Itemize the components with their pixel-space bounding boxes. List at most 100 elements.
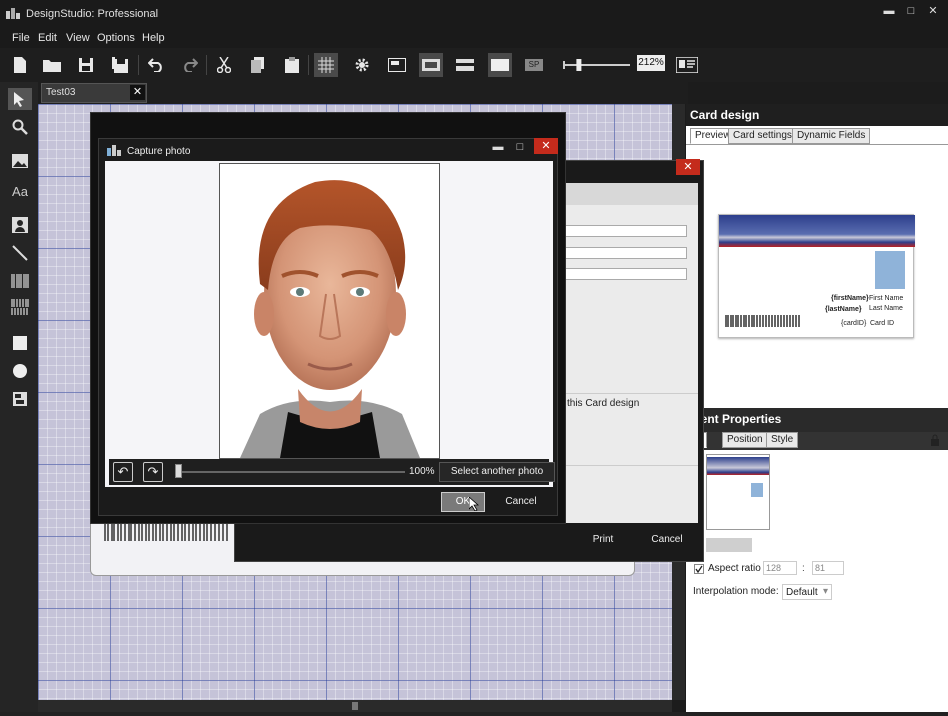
select-another-photo-button[interactable]: Select another photo — [439, 462, 555, 482]
capture-photo-dialog: Capture photo ▬ □ ✕ ↶ ↷ 100% Select anot… — [98, 138, 558, 516]
print-dialog-text: this Card design — [567, 398, 640, 409]
status-strip — [0, 712, 948, 716]
capture-dialog-title: Capture photo — [127, 146, 191, 157]
card-layout-icon[interactable] — [385, 53, 409, 77]
save-icon[interactable] — [74, 53, 98, 77]
print-button[interactable]: Print — [578, 530, 628, 550]
zoom-magnifier-icon[interactable] — [8, 116, 32, 138]
image-preview-thumbnail — [706, 454, 770, 530]
menu-file[interactable]: File — [12, 32, 30, 44]
aspect-ratio-checkbox[interactable] — [694, 564, 704, 574]
print-field-3[interactable] — [565, 268, 687, 280]
open-folder-icon[interactable] — [40, 53, 64, 77]
copy-icon[interactable] — [246, 53, 270, 77]
settings-gear-icon[interactable] — [350, 53, 374, 77]
card-id-label: Card ID — [870, 320, 895, 327]
interpolation-select[interactable]: Default ▾ — [782, 584, 832, 600]
photo-controls-bar: ↶ ↷ 100% Select another photo — [109, 459, 555, 485]
horizontal-scroll-thumb[interactable] — [352, 702, 358, 710]
menu-view[interactable]: View — [66, 32, 90, 44]
capture-maximize-button[interactable]: □ — [509, 139, 531, 155]
last-name-label: Last Name — [869, 305, 903, 312]
select-pointer-icon[interactable] — [8, 88, 32, 110]
rectangle-tool-icon[interactable] — [8, 332, 32, 354]
mouse-cursor-icon — [469, 497, 479, 511]
capture-close-button[interactable]: ✕ — [534, 138, 558, 154]
capture-minimize-button[interactable]: ▬ — [487, 139, 509, 155]
element-properties-header: ment Properties — [686, 408, 948, 432]
save-as-icon[interactable] — [108, 53, 132, 77]
menu-bar: File Edit View Options Help — [0, 28, 948, 48]
tab-position[interactable]: Position — [722, 432, 768, 448]
capture-cancel-button[interactable]: Cancel — [497, 492, 545, 512]
portrait-photo-image — [220, 164, 439, 458]
maximize-button[interactable]: □ — [900, 3, 922, 19]
browse-button-disabled — [706, 538, 752, 552]
line-tool-icon[interactable] — [8, 242, 32, 264]
title-bar: DesignStudio: Professional ▬ □ ✕ — [0, 0, 948, 28]
aspect-width-input[interactable]: 128 — [763, 561, 797, 575]
id-card-icon[interactable] — [674, 53, 700, 77]
card-blank-icon[interactable] — [488, 53, 512, 77]
first-name-field: {firstName} — [831, 295, 869, 302]
app-logo-icon — [6, 8, 20, 20]
lock-icon[interactable] — [930, 434, 940, 446]
redo-icon[interactable] — [178, 53, 202, 77]
print-dialog-close-button[interactable]: ✕ — [676, 159, 700, 175]
photo-zoom-slider-thumb[interactable] — [175, 464, 182, 478]
barcode-tool-icon[interactable] — [8, 270, 32, 292]
card-banner-image — [719, 215, 915, 247]
aspect-height-input[interactable]: 81 — [812, 561, 844, 575]
image-tool-icon[interactable] — [8, 150, 32, 172]
new-file-icon[interactable] — [8, 53, 32, 77]
text-tool-icon[interactable]: Aa — [8, 180, 32, 202]
window-title: DesignStudio: Professional — [26, 8, 159, 20]
zoom-slider-thumb — [576, 59, 582, 71]
rotate-right-icon[interactable]: ↷ — [143, 462, 163, 482]
undo-icon[interactable] — [144, 53, 168, 77]
sp-icon[interactable]: SP — [522, 53, 546, 77]
magnetic-stripe-tool-icon[interactable] — [8, 388, 32, 410]
interpolation-label: Interpolation mode: — [693, 586, 779, 597]
print-cancel-button[interactable]: Cancel — [642, 530, 692, 550]
tab-style[interactable]: Style — [766, 432, 799, 448]
rotate-left-icon[interactable]: ↶ — [113, 462, 133, 482]
photo-zoom-slider[interactable] — [179, 471, 405, 473]
card-design-header: Card design — [686, 104, 948, 126]
menu-help[interactable]: Help — [142, 32, 165, 44]
capture-content-area: ↶ ↷ 100% Select another photo — [105, 161, 555, 487]
captured-photo[interactable] — [219, 163, 440, 459]
zoom-level[interactable]: 212% — [637, 55, 665, 71]
2d-barcode-tool-icon[interactable] — [8, 296, 32, 318]
aspect-ratio-label: Aspect ratio — [708, 563, 761, 574]
tab-card-settings[interactable]: Card settings — [728, 128, 797, 144]
aspect-separator: : — [802, 563, 805, 574]
tools-panel: Aa — [0, 82, 38, 712]
ellipse-tool-icon[interactable] — [8, 360, 32, 382]
card-preview: {firstName} First Name {lastName} Last N… — [718, 214, 915, 338]
capture-app-icon — [107, 145, 121, 157]
print-field-2[interactable] — [565, 247, 687, 259]
card-front-icon[interactable] — [419, 53, 443, 77]
zoom-slider[interactable] — [562, 53, 634, 77]
card-back-icon[interactable] — [453, 53, 477, 77]
card-id-field: {cardID} — [841, 320, 867, 327]
cut-icon[interactable] — [212, 53, 236, 77]
print-field-1[interactable] — [565, 225, 687, 237]
photo-zoom-value: 100% — [409, 466, 435, 477]
card-barcode-image — [104, 523, 228, 541]
mini-barcode-image — [725, 315, 800, 327]
grid-icon[interactable] — [314, 53, 338, 77]
document-tab[interactable]: Test03 ✕ — [41, 83, 147, 103]
card-photo-placeholder — [875, 251, 905, 289]
close-button[interactable]: ✕ — [922, 3, 944, 19]
photo-tool-icon[interactable] — [8, 214, 32, 236]
last-name-field: {lastName} — [825, 306, 862, 313]
first-name-label: First Name — [869, 295, 904, 302]
close-tab-icon[interactable]: ✕ — [130, 85, 145, 100]
menu-edit[interactable]: Edit — [38, 32, 57, 44]
paste-icon[interactable] — [280, 53, 304, 77]
menu-options[interactable]: Options — [97, 32, 135, 44]
minimize-button[interactable]: ▬ — [878, 3, 900, 19]
tab-dynamic-fields[interactable]: Dynamic Fields — [792, 128, 871, 144]
